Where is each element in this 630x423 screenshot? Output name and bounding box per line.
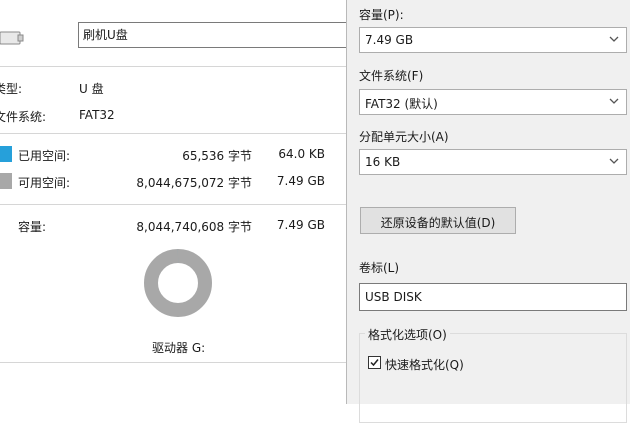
used-space-swatch	[0, 146, 12, 162]
format-options-group	[359, 333, 627, 423]
used-space-label: 已用空间:	[18, 149, 71, 163]
drive-letter-label: 驱动器 G:	[152, 341, 206, 355]
divider	[0, 133, 346, 134]
quick-format-label[interactable]: 快速格式化(Q)	[385, 356, 464, 373]
capacity-field-label: 容量(P):	[359, 8, 404, 22]
alloc-unit-dropdown[interactable]: 16 KB	[359, 149, 627, 175]
type-value: U 盘	[79, 82, 104, 96]
free-space-swatch	[0, 173, 12, 189]
free-space-label: 可用空间:	[18, 176, 71, 190]
filesystem-value: FAT32	[79, 108, 115, 122]
capacity-dropdown-value: 7.49 GB	[365, 33, 414, 47]
quick-format-checkbox[interactable]	[368, 356, 381, 369]
disk-usage-donut	[144, 249, 212, 317]
chevron-down-icon	[609, 98, 619, 104]
filesystem-field-label: 文件系统(F)	[359, 69, 424, 83]
alloc-unit-field-label: 分配单元大小(A)	[359, 130, 449, 144]
chevron-down-icon	[609, 158, 619, 164]
type-label: 类型:	[0, 82, 23, 96]
divider	[0, 204, 346, 205]
filesystem-label: 文件系统:	[0, 110, 47, 124]
used-space-size: 64.0 KB	[278, 147, 325, 161]
volume-label-field-label: 卷标(L)	[359, 261, 400, 275]
check-icon	[370, 359, 379, 367]
filesystem-dropdown[interactable]: FAT32 (默认)	[359, 89, 627, 115]
drive-name-input[interactable]: 刷机U盘	[78, 22, 347, 48]
alloc-unit-dropdown-value: 16 KB	[365, 155, 401, 169]
chevron-down-icon	[609, 36, 619, 42]
free-space-size: 7.49 GB	[276, 174, 325, 188]
format-dialog-panel: 容量(P): 7.49 GB 文件系统(F) FAT32 (默认) 分配单元大小…	[347, 0, 630, 423]
divider	[0, 66, 346, 67]
capacity-label: 容量:	[18, 220, 47, 234]
volume-label-input[interactable]: USB DISK	[359, 283, 627, 311]
free-space-bytes: 8,044,675,072 字节	[136, 176, 252, 190]
drive-properties-panel: 刷机U盘 类型: U 盘 文件系统: FAT32 已用空间: 65,536 字节…	[0, 0, 347, 404]
capacity-dropdown[interactable]: 7.49 GB	[359, 27, 627, 53]
format-options-legend: 格式化选项(O)	[365, 326, 450, 343]
restore-defaults-button[interactable]: 还原设备的默认值(D)	[360, 207, 516, 234]
divider	[0, 362, 346, 363]
filesystem-dropdown-value: FAT32 (默认)	[365, 97, 438, 111]
capacity-size: 7.49 GB	[276, 218, 325, 232]
capacity-bytes: 8,044,740,608 字节	[136, 220, 252, 234]
used-space-bytes: 65,536 字节	[182, 149, 252, 163]
usb-drive-icon	[0, 31, 24, 45]
